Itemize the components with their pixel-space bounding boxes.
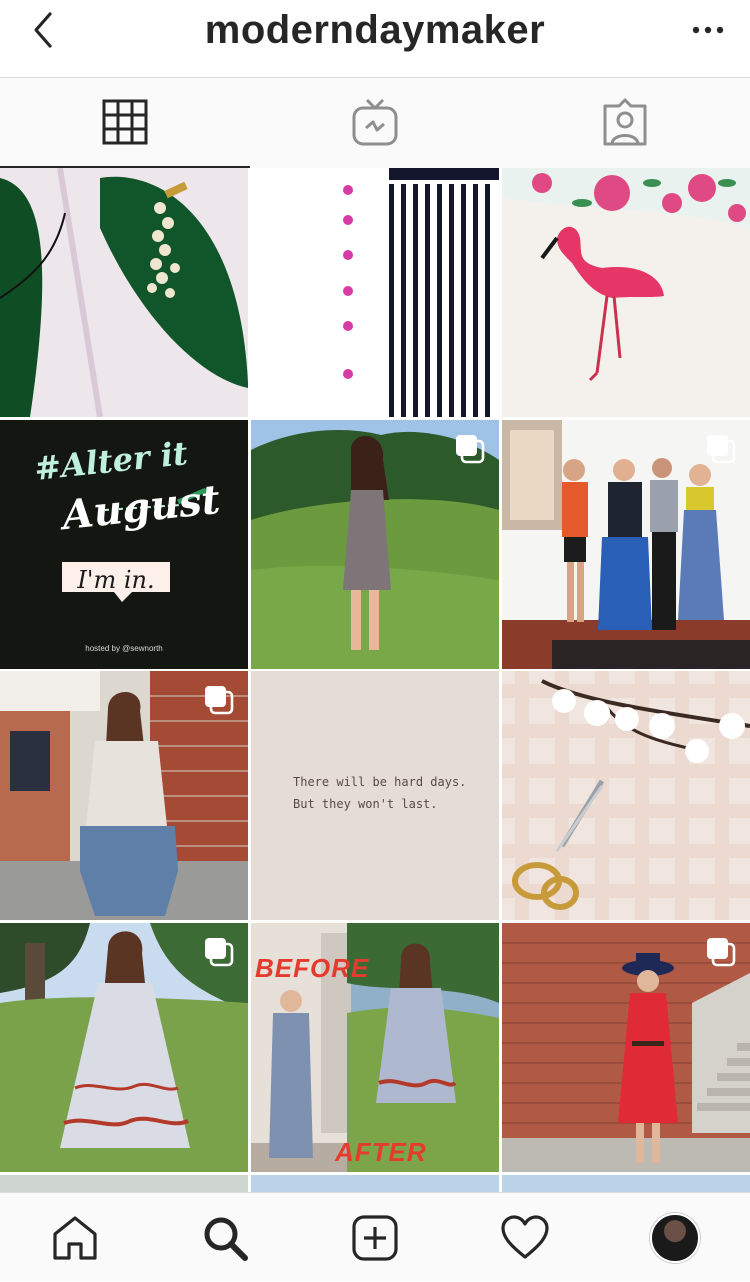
post-thumbnail[interactable] [0,923,248,1172]
quote-line-2: But they won't last. [293,797,438,811]
post-thumbnail[interactable] [251,420,499,669]
knitting-image [0,168,248,417]
multiple-photos-icon [205,938,234,967]
stripes-buttons-image [251,168,499,417]
post-thumbnail[interactable] [0,671,248,920]
posts-grid: #Alter it August I'm in. hosted by @sewn… [0,168,750,1193]
bottom-navigation [0,1192,750,1281]
before-label: BEFORE [255,953,370,983]
search-icon [204,1217,248,1261]
im-in-bubble-text: I'm in. [77,566,155,594]
tab-grid[interactable] [0,78,250,168]
post-thumbnail[interactable] [502,1175,750,1193]
post-thumbnail[interactable] [251,168,499,417]
more-options-button[interactable] [686,8,730,52]
post-thumbnail[interactable] [0,168,248,417]
nav-activity-button[interactable] [450,1193,600,1282]
multiple-photos-icon [456,435,485,464]
nav-profile-button[interactable] [600,1193,750,1282]
post-thumbnail[interactable]: #Alter it August I'm in. hosted by @sewn… [0,420,248,669]
post-thumbnail[interactable] [502,671,750,920]
post-thumbnail[interactable] [502,420,750,669]
profile-avatar [650,1212,700,1263]
flamingo-image [502,168,750,417]
profile-username: moderndaymaker [204,8,546,52]
hosted-by-text: hosted by @sewnorth [85,644,163,653]
quote-line-1: There will be hard days. [293,775,467,789]
post-thumbnail[interactable]: There will be hard days. But they won't … [251,671,499,920]
after-label: AFTER [335,1137,427,1167]
post-thumbnail[interactable] [251,1175,499,1193]
multiple-photos-icon [707,938,736,967]
plus-square-icon [352,1214,398,1261]
nav-new-post-button[interactable] [300,1193,450,1282]
igtv-icon [352,98,398,146]
profile-tabs [0,78,750,168]
quote-text: There will be hard days. But they won't … [293,771,466,815]
top-bar: moderndaymaker [0,0,750,78]
multiple-photos-icon [707,435,736,464]
heart-icon [501,1214,549,1259]
grid-icon [102,99,148,145]
tab-igtv[interactable] [250,78,500,166]
home-icon [53,1215,97,1260]
post-thumbnail[interactable] [502,923,750,1172]
nav-home-button[interactable] [0,1193,150,1282]
multiple-photos-icon [205,686,234,715]
ellipsis-icon [692,26,724,34]
post-thumbnail[interactable] [0,1175,248,1193]
cotton-scissors-image [502,671,750,920]
nav-search-button[interactable] [150,1193,300,1282]
tagged-person-icon [603,98,647,146]
post-thumbnail[interactable] [502,168,750,417]
tab-tagged[interactable] [500,78,750,166]
post-thumbnail[interactable]: BEFORE AFTER [251,923,499,1172]
